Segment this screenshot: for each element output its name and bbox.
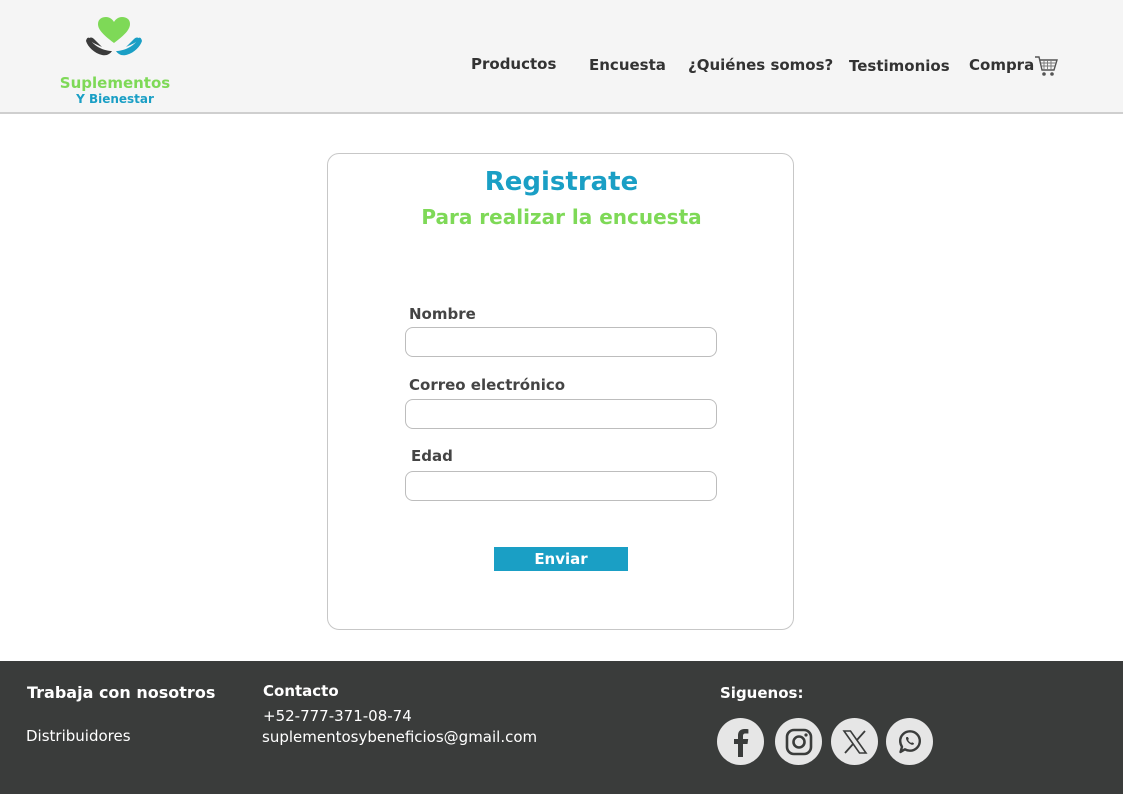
- nav-compra[interactable]: Compra: [969, 56, 1034, 74]
- footer-email[interactable]: suplementosybeneficios@gmail.com: [262, 728, 537, 746]
- nav-encuesta[interactable]: Encuesta: [589, 56, 666, 74]
- footer-phone: +52-777-371-08-74: [263, 707, 412, 725]
- form-title: Registrate: [484, 167, 639, 197]
- submit-button[interactable]: Enviar: [494, 547, 628, 571]
- footer-contact-title: Contacto: [263, 682, 339, 700]
- nav-quienes-somos[interactable]: ¿Quiénes somos?: [688, 56, 833, 74]
- facebook-icon[interactable]: [717, 718, 764, 765]
- site-footer: Trabaja con nosotros Distribuidores Cont…: [0, 661, 1123, 794]
- brand-name: Suplementos: [59, 74, 171, 92]
- footer-distribuidores-link[interactable]: Distribuidores: [26, 727, 131, 745]
- nombre-input[interactable]: [405, 327, 717, 357]
- edad-label: Edad: [411, 447, 453, 465]
- site-header: Suplementos Y Bienestar Productos Encues…: [0, 0, 1123, 114]
- whatsapp-icon[interactable]: [886, 718, 933, 765]
- brand-logo[interactable]: Suplementos Y Bienestar: [55, 15, 175, 110]
- heart-hands-icon: [86, 17, 142, 56]
- x-icon[interactable]: [831, 718, 878, 765]
- nav-testimonios[interactable]: Testimonios: [849, 57, 950, 75]
- footer-social-title: Siguenos:: [720, 684, 804, 702]
- nav-productos[interactable]: Productos: [471, 55, 556, 73]
- edad-input[interactable]: [405, 471, 717, 501]
- footer-work-title: Trabaja con nosotros: [27, 683, 216, 702]
- correo-input[interactable]: [405, 399, 717, 429]
- correo-label: Correo electrónico: [409, 376, 566, 394]
- instagram-icon[interactable]: [775, 718, 822, 765]
- nombre-label: Nombre: [409, 305, 476, 323]
- form-subtitle: Para realizar la encuesta: [421, 205, 702, 229]
- shopping-cart-icon[interactable]: [1034, 55, 1058, 77]
- brand-tagline: Y Bienestar: [76, 92, 154, 106]
